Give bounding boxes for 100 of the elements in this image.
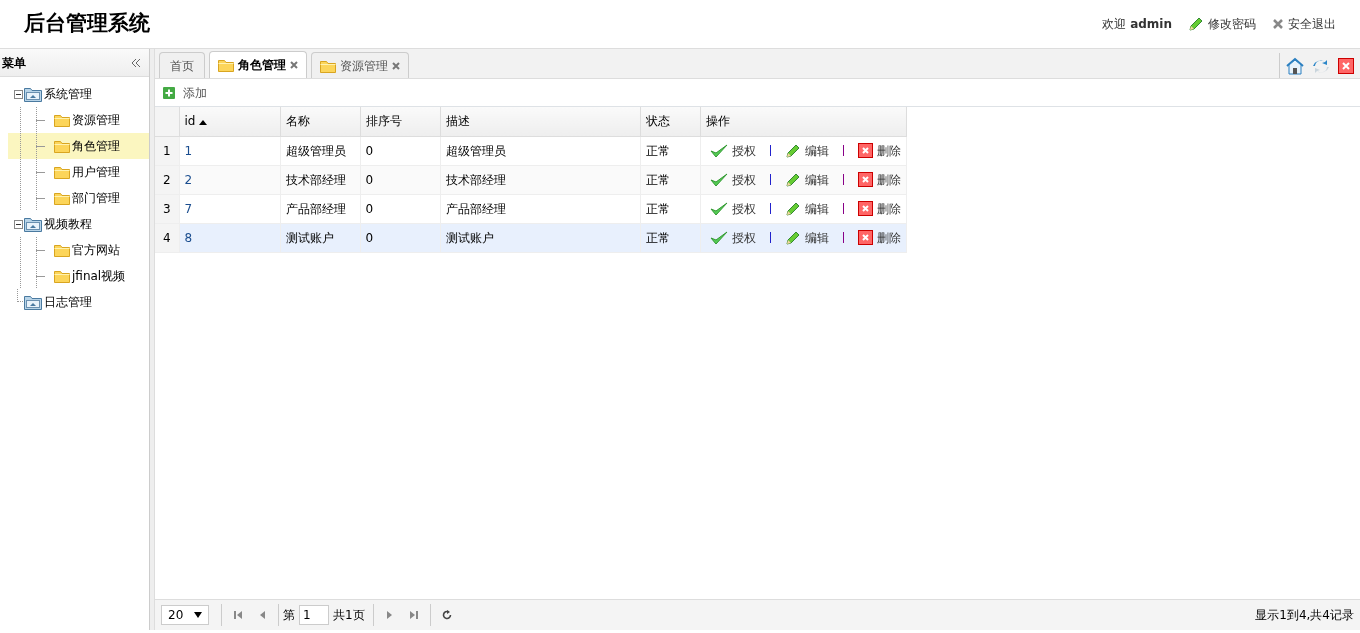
table-row[interactable]: 4 8 测试账户 0 测试账户 正常 授权 编辑 删除 <box>155 223 906 252</box>
table-cell: 正常 <box>640 165 700 194</box>
table-cell: 0 <box>360 194 440 223</box>
table-cell: 产品部经理 <box>440 194 640 223</box>
table-cell: 超级管理员 <box>280 136 360 165</box>
folder-icon <box>54 164 70 180</box>
delete-icon <box>857 172 873 187</box>
folder-icon <box>54 268 70 284</box>
tab[interactable]: 首页 <box>159 52 205 78</box>
column-header[interactable]: 名称 <box>280 107 360 136</box>
page-count: 共1页 <box>333 607 365 624</box>
pencil-icon <box>784 229 801 246</box>
folder-icon <box>54 112 70 128</box>
last-page-icon <box>408 610 419 620</box>
home-icon[interactable] <box>1286 56 1304 75</box>
check-icon <box>709 229 728 246</box>
check-icon <box>709 200 728 217</box>
folder-icon <box>54 190 70 206</box>
table-cell: 测试账户 <box>440 223 640 252</box>
action-link[interactable]: 授权 <box>709 199 756 218</box>
action-link[interactable]: 编辑 <box>784 228 829 247</box>
action-link[interactable]: 编辑 <box>784 141 829 160</box>
app-title: 后台管理系统 <box>24 10 150 38</box>
close-icon <box>1272 18 1284 30</box>
action-link[interactable]: 删除 <box>857 199 901 218</box>
add-button[interactable]: 添加 <box>163 83 207 102</box>
first-page-icon <box>233 610 243 620</box>
table-cell: 测试账户 <box>280 223 360 252</box>
folder-icon <box>24 294 42 310</box>
pager-summary: 显示1到4,共4记录 <box>1255 607 1354 624</box>
table-row[interactable]: 1 1 超级管理员 0 超级管理员 正常 授权 编辑 删除 <box>155 136 906 165</box>
table-cell: 2 <box>179 165 280 194</box>
tab[interactable]: 资源管理 <box>311 52 409 78</box>
table-row[interactable]: 3 7 产品部经理 0 产品部经理 正常 授权 编辑 删除 <box>155 194 906 223</box>
tree-node[interactable]: 资源管理 <box>8 107 149 133</box>
row-number: 2 <box>155 165 179 194</box>
tree-node[interactable]: 用户管理 <box>8 159 149 185</box>
header-link[interactable]: 安全退出 <box>1272 15 1336 33</box>
table-cell: 0 <box>360 223 440 252</box>
delete-icon <box>857 230 873 245</box>
page-input[interactable]: 1 <box>299 605 329 625</box>
table-cell: 技术部经理 <box>440 165 640 194</box>
table-cell: 正常 <box>640 136 700 165</box>
close-icon[interactable] <box>290 61 298 69</box>
action-link[interactable]: 授权 <box>709 228 756 247</box>
tree-node[interactable]: 日志管理 <box>8 289 149 315</box>
tree-node[interactable]: jfinal视频 <box>8 263 149 289</box>
check-icon <box>709 142 728 159</box>
collapse-toggle-icon[interactable] <box>12 88 24 100</box>
collapse-toggle-icon[interactable] <box>12 218 24 230</box>
action-link[interactable]: 授权 <box>709 170 756 189</box>
table-row[interactable]: 2 2 技术部经理 0 技术部经理 正常 授权 编辑 删除 <box>155 165 906 194</box>
delete-icon <box>857 143 873 158</box>
action-link[interactable]: 编辑 <box>784 199 829 218</box>
page-size-select[interactable]: 20 <box>161 605 209 625</box>
table-cell: 0 <box>360 136 440 165</box>
action-link[interactable]: 授权 <box>709 141 756 160</box>
pencil-icon <box>784 200 801 217</box>
close-icon[interactable] <box>392 61 400 70</box>
table-cell: 正常 <box>640 223 700 252</box>
action-link[interactable]: 编辑 <box>784 170 829 189</box>
folder-icon <box>54 138 70 154</box>
action-link[interactable]: 删除 <box>857 170 901 189</box>
refresh-icon <box>441 610 452 620</box>
row-number: 4 <box>155 223 179 252</box>
tree-node[interactable]: 官方网站 <box>8 237 149 263</box>
close-icon[interactable] <box>1338 57 1354 74</box>
tree-node[interactable]: 视频教程 <box>8 211 149 237</box>
pencil-icon <box>1188 16 1204 32</box>
column-header[interactable]: 操作 <box>700 107 906 136</box>
folder-icon <box>24 86 42 102</box>
tree-node[interactable]: 部门管理 <box>8 185 149 211</box>
table-cell: 正常 <box>640 194 700 223</box>
sidebar-title: 菜单 <box>2 54 26 72</box>
folder-icon <box>24 216 42 232</box>
pencil-icon <box>784 142 801 159</box>
collapse-icon[interactable] <box>131 57 141 68</box>
folder-icon <box>54 242 70 258</box>
table-cell: 0 <box>360 165 440 194</box>
folder-icon <box>218 57 234 73</box>
column-header[interactable]: 排序号 <box>360 107 440 136</box>
table-cell: 产品部经理 <box>280 194 360 223</box>
tree-node[interactable]: 系统管理 <box>8 81 149 107</box>
table-cell: 超级管理员 <box>440 136 640 165</box>
column-header[interactable]: id <box>179 107 280 136</box>
caret-icon <box>194 612 202 618</box>
tab[interactable]: 角色管理 <box>209 51 307 78</box>
column-header[interactable]: 状态 <box>640 107 700 136</box>
table-cell: 技术部经理 <box>280 165 360 194</box>
row-number: 3 <box>155 194 179 223</box>
action-link[interactable]: 删除 <box>857 228 901 247</box>
header-link[interactable]: 修改密码 <box>1188 15 1256 33</box>
column-header[interactable]: 描述 <box>440 107 640 136</box>
row-number: 1 <box>155 136 179 165</box>
page-label: 第 <box>283 607 295 624</box>
tree-node[interactable]: 角色管理 <box>8 133 149 159</box>
table-cell: 8 <box>179 223 280 252</box>
table-cell: 7 <box>179 194 280 223</box>
action-link[interactable]: 删除 <box>857 141 901 160</box>
table-cell: 1 <box>179 136 280 165</box>
